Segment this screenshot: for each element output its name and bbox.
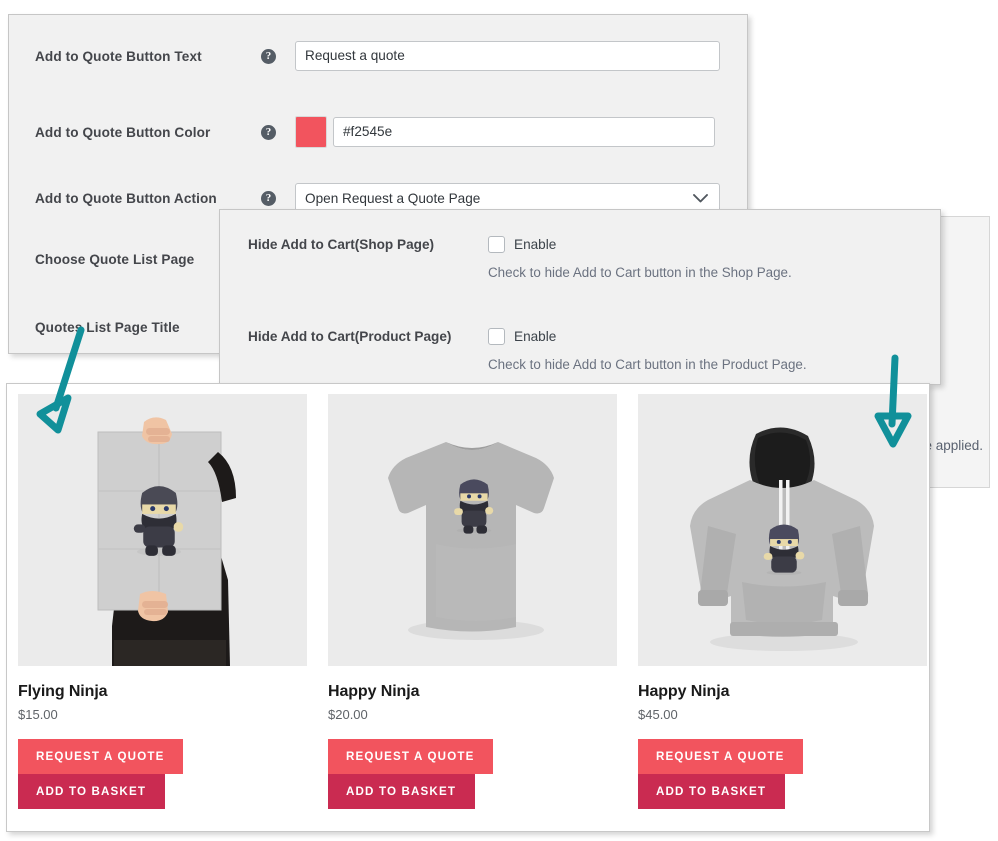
shop-products-panel: Flying Ninja $15.00 REQUEST A QUOTE ADD … [6, 383, 930, 832]
add-to-quote-button-color-input[interactable]: #f2545e [333, 117, 715, 147]
product-price: $20.00 [328, 707, 368, 722]
product-card[interactable]: Flying Ninja $15.00 REQUEST A QUOTE ADD … [18, 394, 307, 809]
question-mark-icon[interactable]: ? [261, 48, 276, 64]
background-panel-text-fragment: e applied. [924, 438, 983, 453]
product-name: Happy Ninja [638, 683, 730, 700]
chevron-down-icon [693, 194, 708, 203]
hide-help-text-shop: Check to hide Add to Cart button in the … [488, 265, 792, 280]
product-grid: Flying Ninja $15.00 REQUEST A QUOTE ADD … [18, 394, 927, 809]
product-card[interactable]: Happy Ninja $45.00 REQUEST A QUOTE ADD T… [638, 394, 927, 809]
question-mark-icon[interactable]: ? [261, 124, 276, 140]
hide-control-shop-page: Enable Check to hide Add to Cart button … [488, 236, 792, 280]
hide-add-to-cart-panel: Hide Add to Cart(Shop Page) Enable Check… [219, 209, 941, 385]
product-image-happy-ninja-hoodie[interactable] [638, 394, 927, 666]
enable-checkbox-label-product: Enable [514, 329, 557, 344]
request-a-quote-button[interactable]: REQUEST A QUOTE [638, 739, 804, 774]
product-price: $45.00 [638, 707, 678, 722]
setting-label-button-text: Add to Quote Button Text [35, 48, 202, 64]
enable-checkbox-row-shop[interactable]: Enable [488, 236, 792, 253]
setting-label-button-color: Add to Quote Button Color [35, 124, 211, 140]
hide-control-product-page: Enable Check to hide Add to Cart button … [488, 328, 807, 372]
field-wrap-button-text: Request a quote [295, 41, 720, 71]
product-price: $15.00 [18, 707, 58, 722]
hide-label-shop-page: Hide Add to Cart(Shop Page) [248, 237, 435, 252]
add-to-quote-button-text-input[interactable]: Request a quote [295, 41, 720, 71]
product-name: Happy Ninja [328, 683, 420, 700]
request-a-quote-button[interactable]: REQUEST A QUOTE [328, 739, 494, 774]
product-image-flying-ninja[interactable] [18, 394, 307, 666]
request-a-quote-button[interactable]: REQUEST A QUOTE [18, 739, 184, 774]
enable-checkbox-product-page[interactable] [488, 328, 505, 345]
product-image-happy-ninja-tshirt[interactable] [328, 394, 617, 666]
setting-row-button-color: Add to Quote Button Color ? #f2545e [9, 116, 747, 148]
field-wrap-button-color: #f2545e [295, 116, 715, 148]
hide-label-product-page: Hide Add to Cart(Product Page) [248, 329, 452, 344]
color-swatch-button[interactable] [295, 116, 327, 148]
enable-checkbox-row-product[interactable]: Enable [488, 328, 807, 345]
add-to-basket-button[interactable]: ADD TO BASKET [328, 774, 476, 809]
enable-checkbox-shop-page[interactable] [488, 236, 505, 253]
hide-help-text-product: Check to hide Add to Cart button in the … [488, 357, 807, 372]
setting-row-button-text: Add to Quote Button Text ? Request a quo… [9, 41, 747, 71]
product-name: Flying Ninja [18, 683, 108, 700]
enable-checkbox-label-shop: Enable [514, 237, 557, 252]
question-mark-icon[interactable]: ? [261, 191, 276, 206]
product-card[interactable]: Happy Ninja $20.00 REQUEST A QUOTE ADD T… [328, 394, 617, 809]
setting-label-button-action: Add to Quote Button Action [35, 191, 217, 206]
add-to-basket-button[interactable]: ADD TO BASKET [638, 774, 786, 809]
add-to-basket-button[interactable]: ADD TO BASKET [18, 774, 166, 809]
